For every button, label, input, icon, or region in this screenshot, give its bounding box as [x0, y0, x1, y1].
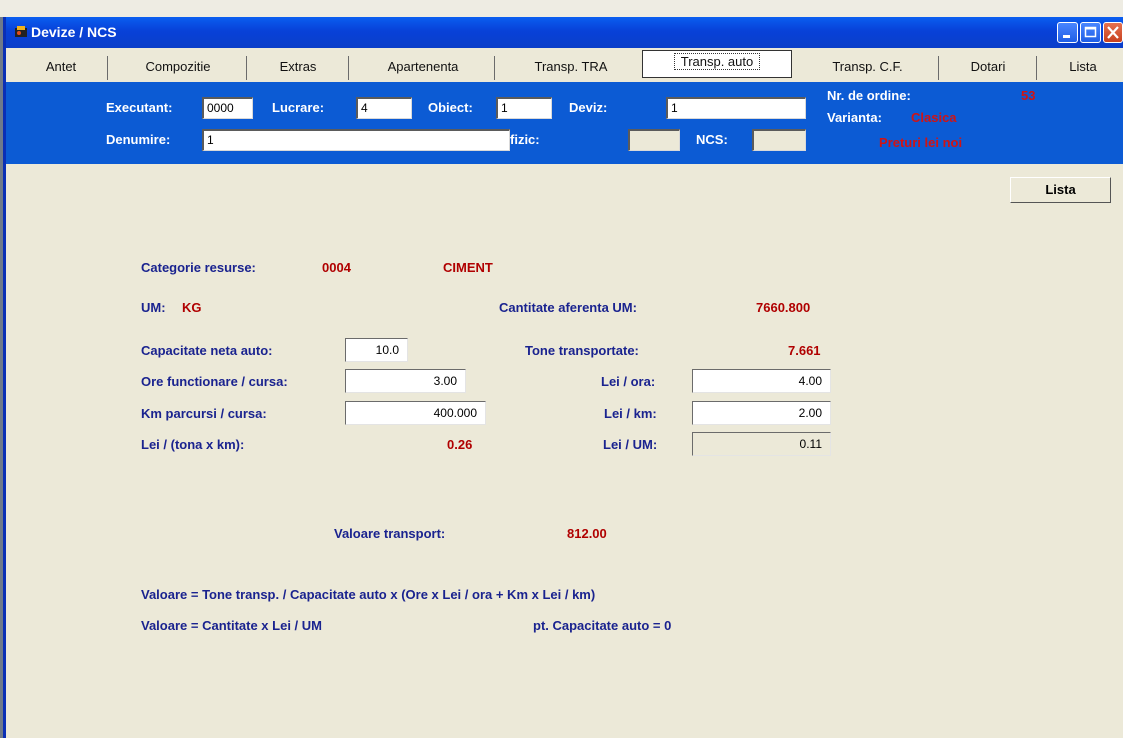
lei-tona-km-value: 0.26 — [447, 437, 473, 452]
devize-window: Devize / NCS Antet Compozitie Extras Apa… — [3, 17, 1123, 738]
tab-label: Lista — [1069, 59, 1097, 74]
fizic-label: fizic: — [510, 132, 540, 147]
tab-transp-cf[interactable]: Transp. C.F. — [799, 54, 936, 80]
obiect-field[interactable]: 1 — [496, 97, 552, 119]
background-window-strip — [0, 0, 1123, 17]
tab-transp-tra[interactable]: Transp. TRA — [501, 54, 641, 80]
ncs-field[interactable] — [752, 129, 806, 151]
maximize-button[interactable] — [1080, 22, 1101, 43]
tab-bar: Antet Compozitie Extras Apartenenta Tran… — [6, 48, 1123, 83]
categorie-name: CIMENT — [443, 260, 493, 275]
tab-compozitie[interactable]: Compozitie — [120, 54, 236, 80]
lei-um-field: 0.11 — [692, 432, 831, 456]
fizic-field[interactable] — [628, 129, 680, 151]
tab-separator — [107, 56, 108, 80]
deviz-label: Deviz: — [569, 100, 608, 115]
preturi-text: Preturi lei noi — [879, 135, 963, 150]
um-label: UM: — [141, 300, 166, 315]
formula-cantitate: Valoare = Cantitate x Lei / UM — [141, 618, 322, 633]
valoare-transport-label: Valoare transport: — [334, 526, 446, 541]
app-icon — [15, 26, 27, 37]
denumire-label: Denumire: — [106, 132, 171, 147]
tone-label: Tone transportate: — [525, 343, 639, 358]
lei-um-label: Lei / UM: — [603, 437, 658, 452]
um-value: KG — [182, 300, 202, 315]
tab-antet[interactable]: Antet — [26, 54, 96, 80]
lucrare-label: Lucrare: — [272, 100, 325, 115]
close-button[interactable] — [1103, 22, 1123, 43]
lista-button[interactable]: Lista — [1010, 177, 1111, 203]
cantitate-label: Cantitate aferenta UM: — [499, 300, 637, 315]
tab-label: Transp. TRA — [534, 59, 608, 74]
tab-separator — [1036, 56, 1037, 80]
tab-dotari[interactable]: Dotari — [948, 54, 1028, 80]
lei-km-field[interactable]: 2.00 — [692, 401, 831, 425]
close-icon — [1107, 26, 1119, 39]
tab-label: Transp. auto — [673, 53, 761, 70]
transp-auto-panel: Lista Categorie resurse: 0004 CIMENT UM:… — [6, 164, 1123, 738]
nr-ordine-value: 53 — [1021, 88, 1036, 103]
tab-separator — [494, 56, 495, 80]
tab-label: Dotari — [970, 59, 1006, 74]
tab-label: Antet — [45, 59, 77, 74]
header-panel: Executant: 0000 Lucrare: 4 Obiect: 1 Dev… — [6, 82, 1123, 164]
executant-field[interactable]: 0000 — [202, 97, 253, 119]
varianta-label: Varianta: — [827, 110, 882, 125]
denumire-field[interactable]: 1 — [202, 129, 510, 151]
lucrare-field[interactable]: 4 — [356, 97, 412, 119]
tab-lista[interactable]: Lista — [1046, 54, 1120, 80]
tab-apartenenta[interactable]: Apartenenta — [356, 54, 490, 80]
tone-value: 7.661 — [788, 343, 821, 358]
categorie-label: Categorie resurse: — [141, 260, 256, 275]
lei-tona-km-label: Lei / (tona x km): — [141, 437, 245, 452]
formula-transport: Valoare = Tone transp. / Capacitate auto… — [141, 587, 596, 602]
tab-separator — [938, 56, 939, 80]
obiect-label: Obiect: — [428, 100, 473, 115]
lei-km-label: Lei / km: — [604, 406, 657, 421]
ore-label: Ore functionare / cursa: — [141, 374, 288, 389]
categorie-code: 0004 — [322, 260, 351, 275]
maximize-icon — [1084, 26, 1097, 38]
capacitate-label: Capacitate neta auto: — [141, 343, 273, 358]
lei-ora-field[interactable]: 4.00 — [692, 369, 831, 393]
km-field[interactable]: 400.000 — [345, 401, 486, 425]
ore-field[interactable]: 3.00 — [345, 369, 466, 393]
lei-ora-label: Lei / ora: — [601, 374, 656, 389]
ncs-label: NCS: — [696, 132, 728, 147]
executant-label: Executant: — [106, 100, 173, 115]
minimize-button[interactable] — [1057, 22, 1078, 43]
valoare-transport-value: 812.00 — [567, 526, 607, 541]
tab-label: Compozitie — [145, 59, 211, 74]
nr-ordine-label: Nr. de ordine: — [827, 88, 911, 103]
tab-label: Transp. C.F. — [832, 59, 903, 74]
deviz-field[interactable]: 1 — [666, 97, 806, 119]
capacitate-field[interactable]: 10.0 — [345, 338, 408, 362]
tab-extras[interactable]: Extras — [256, 54, 340, 80]
varianta-value: Clasica — [911, 110, 957, 125]
tab-label: Extras — [279, 59, 317, 74]
tab-separator — [348, 56, 349, 80]
cantitate-value: 7660.800 — [756, 300, 811, 315]
tab-separator — [246, 56, 247, 80]
tab-transp-auto[interactable]: Transp. auto — [642, 50, 792, 78]
title-bar[interactable]: Devize / NCS — [6, 17, 1123, 48]
client-area: Antet Compozitie Extras Apartenenta Tran… — [6, 48, 1123, 738]
km-label: Km parcursi / cursa: — [141, 406, 267, 421]
formula-note: pt. Capacitate auto = 0 — [533, 618, 672, 633]
tab-label: Apartenenta — [387, 59, 459, 74]
minimize-icon — [1063, 35, 1070, 38]
window-title: Devize / NCS — [31, 24, 117, 40]
